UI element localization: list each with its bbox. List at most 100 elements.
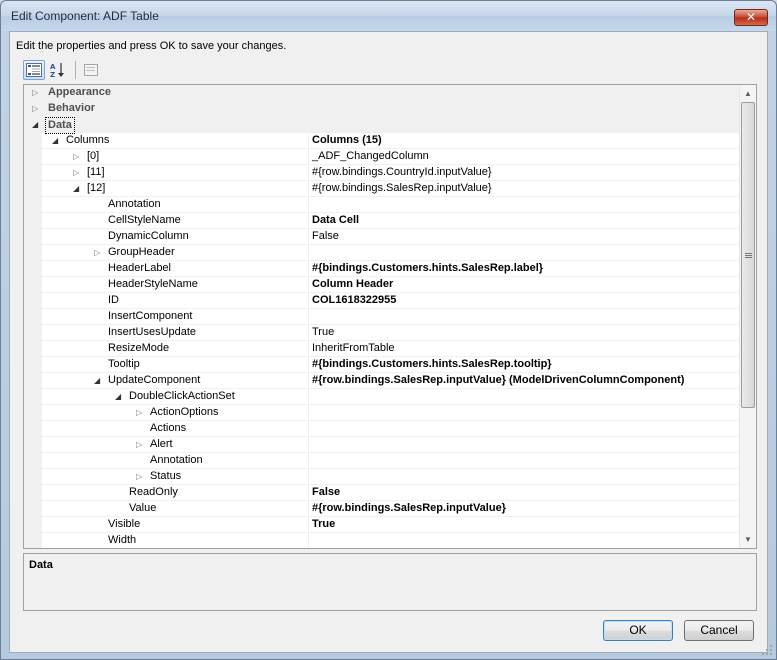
property-value-cell[interactable]: Data Cell	[308, 213, 741, 229]
property-name-cell[interactable]: InsertUsesUpdate	[42, 325, 307, 341]
property-name-cell[interactable]: ▷ GroupHeader	[42, 245, 307, 261]
property-row[interactable]: ReadOnly False	[24, 485, 741, 501]
expand-triangle-icon[interactable]: ▷	[94, 248, 103, 257]
property-name-cell[interactable]: CellStyleName	[42, 213, 307, 229]
property-name-cell[interactable]: ▷ [0]	[42, 149, 307, 165]
property-value-cell[interactable]	[308, 245, 741, 261]
expand-triangle-icon[interactable]: ▷	[32, 88, 41, 97]
property-row[interactable]: Value #{row.bindings.SalesRep.inputValue}	[24, 501, 741, 517]
property-row[interactable]: CellStyleName Data Cell	[24, 213, 741, 229]
property-name-cell[interactable]: ▷ [11]	[42, 165, 307, 181]
property-row[interactable]: ▷ GroupHeader	[24, 245, 741, 261]
property-row[interactable]: ▷ Alert	[24, 437, 741, 453]
category-row[interactable]: ◢ Data	[24, 117, 741, 134]
property-value-cell[interactable]: #{row.bindings.SalesRep.inputValue} (Mod…	[308, 373, 741, 389]
property-value-cell[interactable]: COL1618322955	[308, 293, 741, 309]
expand-triangle-icon[interactable]: ▷	[32, 104, 41, 113]
property-name-cell[interactable]: ▷ Status	[42, 469, 307, 485]
property-value-cell[interactable]: Columns (15)	[308, 133, 741, 149]
property-value-cell[interactable]	[308, 85, 741, 101]
property-value-cell[interactable]: InheritFromTable	[308, 341, 741, 357]
property-name-cell[interactable]: Width	[42, 533, 307, 548]
property-row[interactable]: Actions	[24, 421, 741, 437]
property-row[interactable]: ResizeMode InheritFromTable	[24, 341, 741, 357]
property-value-cell[interactable]	[308, 469, 741, 485]
property-name-cell[interactable]: ResizeMode	[42, 341, 307, 357]
property-grid[interactable]: ▷ Appearance ▷ Behavior ◢ Data ◢ Columns Columns…	[23, 84, 757, 549]
title-bar[interactable]: Edit Component: ADF Table ✕	[1, 1, 776, 31]
collapse-triangle-icon[interactable]: ◢	[32, 120, 41, 129]
scroll-up-arrow-icon[interactable]: ▲	[740, 85, 756, 102]
cancel-button[interactable]: Cancel	[684, 620, 754, 641]
expand-triangle-icon[interactable]: ▷	[136, 440, 145, 449]
property-name-cell[interactable]: HeaderStyleName	[42, 277, 307, 293]
property-value-cell[interactable]: #{row.bindings.SalesRep.inputValue}	[308, 501, 741, 517]
property-name-cell[interactable]: ◢ Columns	[42, 133, 307, 149]
property-row[interactable]: InsertComponent	[24, 309, 741, 325]
property-row[interactable]: ▷ [11] #{row.bindings.CountryId.inputValue…	[24, 165, 741, 181]
property-row[interactable]: ID COL1618322955	[24, 293, 741, 309]
property-name-cell[interactable]: ID	[42, 293, 307, 309]
property-name-cell[interactable]: ▷ Alert	[42, 437, 307, 453]
collapse-triangle-icon[interactable]: ◢	[94, 376, 103, 385]
property-value-cell[interactable]: Column Header	[308, 277, 741, 293]
category-row[interactable]: ▷ Behavior	[24, 101, 741, 117]
expand-triangle-icon[interactable]: ▷	[73, 152, 82, 161]
expand-triangle-icon[interactable]: ▷	[136, 408, 145, 417]
property-value-cell[interactable]: #{row.bindings.SalesRep.inputValue}	[308, 181, 741, 197]
property-row[interactable]: HeaderStyleName Column Header	[24, 277, 741, 293]
property-name-cell[interactable]: ◢ Data	[32, 117, 307, 134]
property-row[interactable]: ◢ DoubleClickActionSet	[24, 389, 741, 405]
property-value-cell[interactable]: #{row.bindings.CountryId.inputValue}	[308, 165, 741, 181]
property-name-cell[interactable]: ▷ Appearance	[32, 85, 307, 101]
property-value-cell[interactable]: False	[308, 485, 741, 501]
property-value-cell[interactable]	[308, 117, 741, 133]
collapse-triangle-icon[interactable]: ◢	[52, 136, 61, 145]
property-value-cell[interactable]: #{bindings.Customers.hints.SalesRep.labe…	[308, 261, 741, 277]
property-row[interactable]: ▷ ActionOptions	[24, 405, 741, 421]
property-value-cell[interactable]: True	[308, 325, 741, 341]
property-row[interactable]: ◢ Columns Columns (15)	[24, 133, 741, 149]
property-row[interactable]: InsertUsesUpdate True	[24, 325, 741, 341]
property-row[interactable]: ◢ [12] #{row.bindings.SalesRep.inputValue}	[24, 181, 741, 197]
property-row[interactable]: ◢ UpdateComponent #{row.bindings.SalesRep.…	[24, 373, 741, 389]
property-name-cell[interactable]: Visible	[42, 517, 307, 533]
property-name-cell[interactable]: ◢ [12]	[42, 181, 307, 197]
property-name-cell[interactable]: Actions	[42, 421, 307, 437]
expand-triangle-icon[interactable]: ▷	[136, 472, 145, 481]
property-name-cell[interactable]: Value	[42, 501, 307, 517]
property-value-cell[interactable]	[308, 101, 741, 117]
property-name-cell[interactable]: InsertComponent	[42, 309, 307, 325]
alphabetical-button[interactable]: A Z	[47, 60, 69, 80]
property-value-cell[interactable]	[308, 389, 741, 405]
property-value-cell[interactable]	[308, 197, 741, 213]
property-value-cell[interactable]	[308, 405, 741, 421]
property-value-cell[interactable]: #{bindings.Customers.hints.SalesRep.tool…	[308, 357, 741, 373]
property-name-cell[interactable]: ◢ DoubleClickActionSet	[42, 389, 307, 405]
property-row[interactable]: ▷ Status	[24, 469, 741, 485]
collapse-triangle-icon[interactable]: ◢	[73, 184, 82, 193]
property-row[interactable]: Tooltip #{bindings.Customers.hints.SalesR…	[24, 357, 741, 373]
categorized-button[interactable]	[23, 60, 45, 80]
property-name-cell[interactable]: ◢ UpdateComponent	[42, 373, 307, 389]
scroll-down-arrow-icon[interactable]: ▼	[740, 531, 756, 548]
property-name-cell[interactable]: DynamicColumn	[42, 229, 307, 245]
collapse-triangle-icon[interactable]: ◢	[115, 392, 124, 401]
property-name-cell[interactable]: ▷ Behavior	[32, 101, 307, 117]
property-row[interactable]: Width	[24, 533, 741, 548]
property-row[interactable]: Annotation	[24, 197, 741, 213]
property-row[interactable]: HeaderLabel #{bindings.Customers.hints.Sa…	[24, 261, 741, 277]
property-value-cell[interactable]: True	[308, 517, 741, 533]
resize-grip-icon[interactable]	[762, 645, 772, 655]
property-value-cell[interactable]	[308, 309, 741, 325]
property-row[interactable]: ▷ [0] _ADF_ChangedColumn	[24, 149, 741, 165]
property-value-cell[interactable]	[308, 533, 741, 548]
property-name-cell[interactable]: HeaderLabel	[42, 261, 307, 277]
close-button[interactable]: ✕	[734, 9, 768, 26]
property-value-cell[interactable]: False	[308, 229, 741, 245]
property-row[interactable]: Annotation	[24, 453, 741, 469]
property-name-cell[interactable]: Tooltip	[42, 357, 307, 373]
expand-triangle-icon[interactable]: ▷	[73, 168, 82, 177]
property-pages-button[interactable]	[80, 60, 102, 80]
vertical-scrollbar[interactable]: ▲ ▼	[739, 85, 756, 548]
